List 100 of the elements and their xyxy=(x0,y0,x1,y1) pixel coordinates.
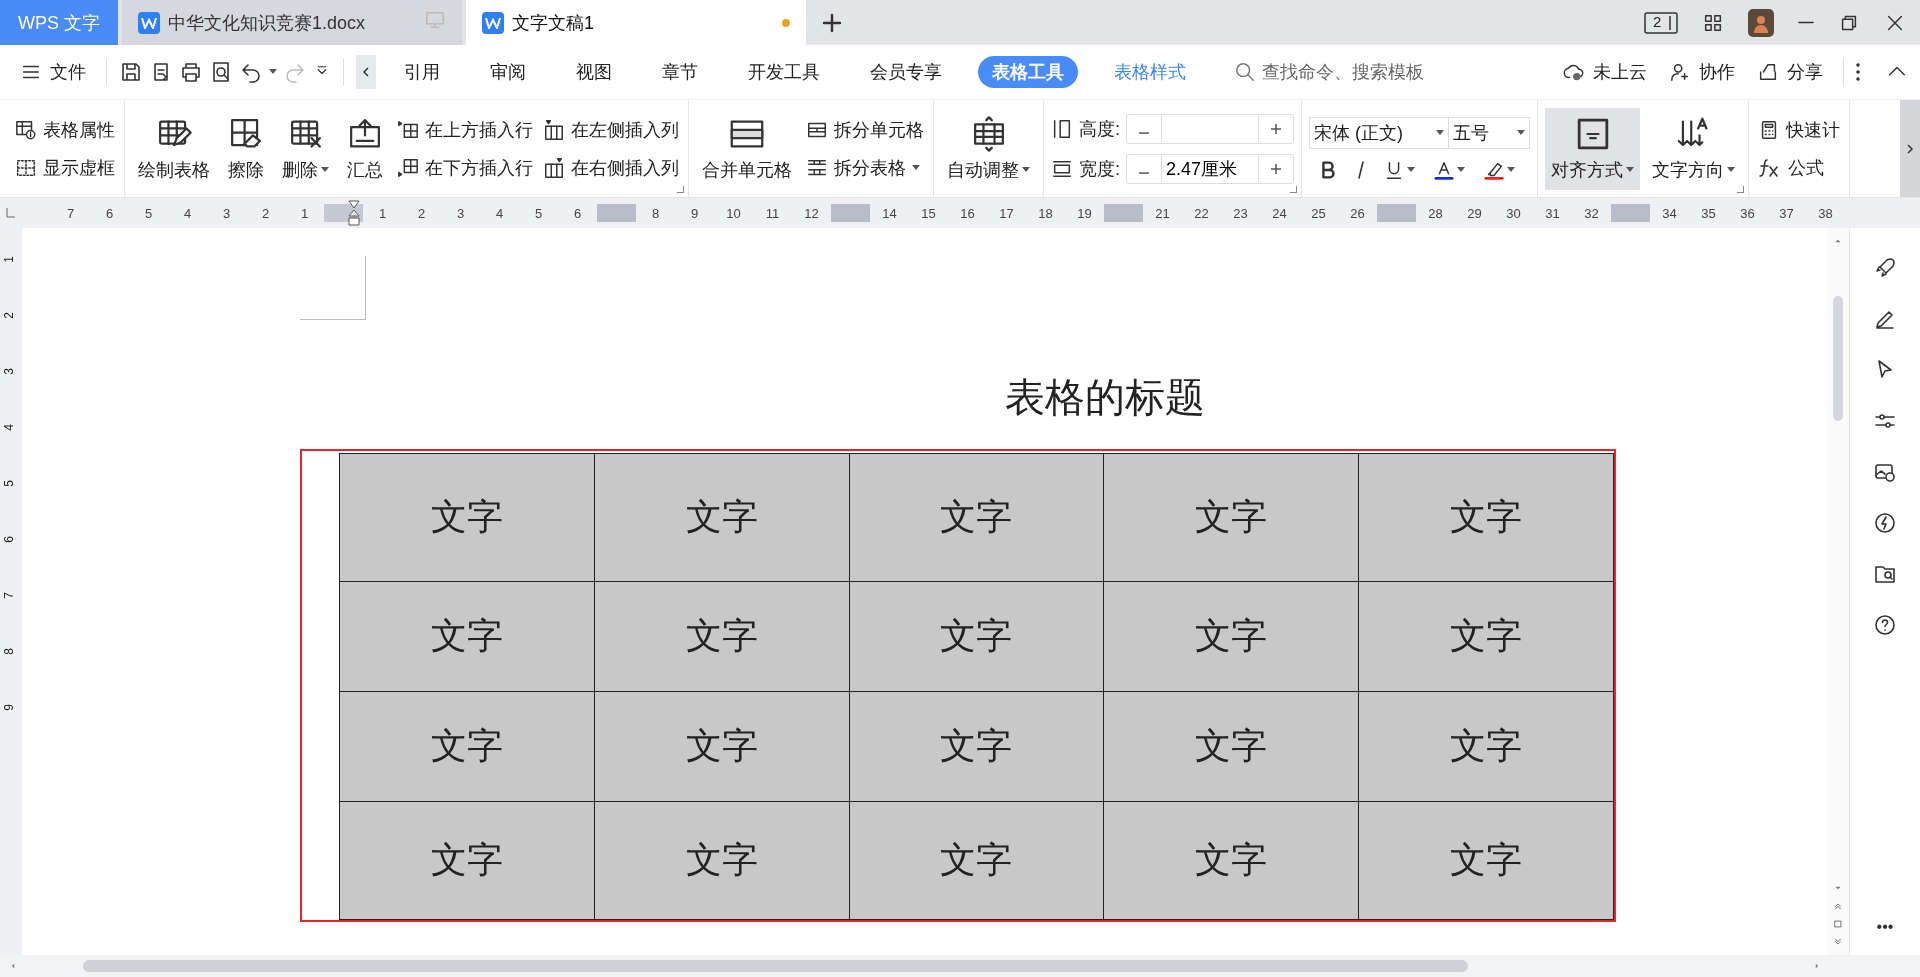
toolbar-action[interactable]: 协作 xyxy=(1661,56,1743,88)
ribbon-button[interactable]: 汇总 xyxy=(341,107,389,190)
ribbon-button[interactable]: 在下方插入行 xyxy=(395,153,535,182)
ruler-number: 11 xyxy=(765,205,780,221)
caret-icon xyxy=(1407,166,1415,173)
document-tab[interactable]: 文字文稿1 xyxy=(466,0,806,45)
minus-icon xyxy=(1139,171,1149,174)
ruler-number: 14 xyxy=(882,205,897,221)
ruler-number: 31 xyxy=(1545,205,1560,221)
column-marker[interactable] xyxy=(831,204,870,222)
ruler-number: 5 xyxy=(534,205,543,221)
toolbar-action[interactable]: 未上云 xyxy=(1555,56,1655,88)
column-marker[interactable] xyxy=(1377,204,1416,222)
ribbon-tab[interactable]: 表格样式 xyxy=(1100,56,1200,88)
help-icon xyxy=(1873,613,1897,637)
ribbon-button[interactable]: 对齐方式 xyxy=(1545,107,1640,190)
table-cell: 文字 xyxy=(849,453,1104,582)
insert-column-right-icon xyxy=(543,156,565,179)
ruler-number: 25 xyxy=(1311,205,1326,221)
ribbon-button[interactable]: 在左侧插入列 xyxy=(541,115,681,144)
margin-corner-mark xyxy=(300,256,366,320)
table-cell: 文字 xyxy=(594,581,850,692)
italic-button[interactable] xyxy=(1357,159,1365,180)
document-tab[interactable]: 中华文化知识竞赛1.docx xyxy=(122,0,462,45)
field-label: 宽度: xyxy=(1079,157,1120,181)
ribbon-button[interactable]: 拆分单元格 xyxy=(804,115,926,144)
scrollbar-thumb[interactable] xyxy=(83,960,1468,972)
caret-icon xyxy=(1436,129,1444,136)
add-user-icon xyxy=(1669,61,1691,83)
search-field[interactable]: 查找命令、搜索模板 xyxy=(1234,60,1474,84)
table-cell: 文字 xyxy=(339,801,595,920)
ruler-number: 35 xyxy=(1701,205,1716,221)
ribbon-button[interactable]: 在右侧插入列 xyxy=(541,153,681,182)
italic-icon xyxy=(1357,159,1365,180)
rocket-icon xyxy=(1873,256,1897,280)
ruler-number: 29 xyxy=(1467,205,1482,221)
plus-icon xyxy=(1271,163,1281,174)
more-vertical-icon xyxy=(1856,62,1860,82)
ribbon-button[interactable]: 合并单元格 xyxy=(696,107,798,190)
ribbon-tab[interactable]: 审阅 xyxy=(476,56,540,88)
column-marker[interactable] xyxy=(1611,204,1650,222)
ruler-number: 32 xyxy=(1584,205,1599,221)
ribbon-button[interactable]: 擦除 xyxy=(222,107,270,190)
print-icon xyxy=(179,60,203,84)
column-marker[interactable] xyxy=(597,204,636,222)
column-marker[interactable] xyxy=(1104,204,1143,222)
ruler-number: 3 xyxy=(1,368,17,375)
ribbon-tab[interactable]: 引用 xyxy=(390,56,454,88)
ruler-number: 17 xyxy=(999,205,1014,221)
ruler-number: 16 xyxy=(960,205,975,221)
ribbon-button[interactable]: 拆分表格 xyxy=(804,153,926,182)
ribbon-button[interactable]: 自动调整 xyxy=(941,107,1036,190)
dialog-launcher-icon[interactable] xyxy=(1737,186,1744,193)
ruler-number: 6 xyxy=(1,536,17,543)
more-button[interactable]: ••• xyxy=(1870,917,1900,937)
ribbon-button[interactable]: 在上方插入行 xyxy=(395,115,535,144)
spin-field[interactable]: 2.47厘米 xyxy=(1126,153,1294,184)
ribbon-button[interactable]: 公式 xyxy=(1756,153,1842,182)
ruler-number: 22 xyxy=(1194,205,1209,221)
scroll-left-button[interactable] xyxy=(356,55,376,89)
ribbon-tab[interactable]: 开发工具 xyxy=(734,56,834,88)
ribbon-tab[interactable]: 章节 xyxy=(648,56,712,88)
ruler-number: 5 xyxy=(1,480,17,487)
ruler-number: 7 xyxy=(1,592,17,599)
ruler-number: 4 xyxy=(495,205,504,221)
indent-handle-icon[interactable] xyxy=(348,200,360,226)
ribbon-tab[interactable]: 会员专享 xyxy=(856,56,956,88)
table-title: 表格的标题 xyxy=(1004,374,1206,422)
ruler-number: 36 xyxy=(1740,205,1755,221)
scrollbar-thumb[interactable] xyxy=(1833,296,1843,421)
ribbon-button[interactable]: 表格属性 xyxy=(13,115,117,144)
ruler-number: 23 xyxy=(1233,205,1248,221)
ruler-number: 26 xyxy=(1350,205,1365,221)
ribbon-button[interactable]: 删除 xyxy=(276,107,335,190)
table-cell: 文字 xyxy=(339,691,595,802)
caret-icon xyxy=(1457,166,1465,173)
ribbon-button[interactable]: 绘制表格 xyxy=(132,107,216,190)
ruler-number: 1 xyxy=(300,205,309,221)
dialog-launcher-icon[interactable] xyxy=(1290,186,1297,193)
ruler-number: 1 xyxy=(378,205,387,221)
font-dropdown[interactable]: 宋体 (正文) xyxy=(1310,117,1449,148)
table-cell: 文字 xyxy=(1103,453,1359,582)
spin-field[interactable] xyxy=(1126,113,1294,144)
caret-icon xyxy=(269,69,277,75)
window-count-icon[interactable]: 2 xyxy=(1644,11,1678,34)
avatar[interactable] xyxy=(1748,8,1774,37)
size-dropdown[interactable]: 五号 xyxy=(1449,117,1529,148)
table-cell: 文字 xyxy=(849,691,1104,802)
ruler-number: 12 xyxy=(804,205,819,221)
dialog-launcher-icon[interactable] xyxy=(677,186,684,193)
file-menu[interactable]: 文件 xyxy=(12,56,94,88)
next-page-icon xyxy=(1833,937,1843,947)
ribbon-button[interactable]: 文字方向 xyxy=(1646,107,1741,190)
ruler-number: 7 xyxy=(66,205,75,221)
chevron-right-icon xyxy=(1906,143,1914,154)
ruler-number: 15 xyxy=(921,205,936,221)
ribbon-button[interactable]: 快速计 xyxy=(1756,115,1842,144)
toolbar-action[interactable]: 分享 xyxy=(1749,56,1831,88)
ribbon-button[interactable]: 显示虚框 xyxy=(13,153,117,182)
ribbon-tab[interactable]: 视图 xyxy=(562,56,626,88)
